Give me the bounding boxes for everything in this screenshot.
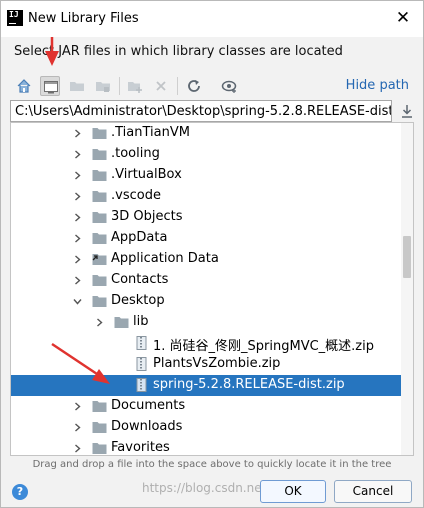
- chevron-right-icon[interactable]: [73, 255, 82, 264]
- tree-row[interactable]: .vscode: [11, 186, 401, 207]
- tree-row[interactable]: AppData: [11, 228, 401, 249]
- hide-path-link[interactable]: Hide path: [346, 78, 409, 93]
- zip-archive-icon: [136, 336, 147, 350]
- close-icon[interactable]: ✕: [391, 6, 415, 30]
- tree-row[interactable]: spring-5.2.8.RELEASE-dist.zip: [11, 375, 401, 396]
- delete-icon: [156, 81, 166, 91]
- instruction-text: Select JAR files in which library classe…: [14, 44, 343, 59]
- download-button[interactable]: [399, 103, 415, 119]
- tree-row[interactable]: 3D Objects: [11, 207, 401, 228]
- tree-row[interactable]: Downloads: [11, 417, 401, 438]
- folder-icon: [92, 422, 107, 433]
- project-folder-icon: [70, 82, 84, 91]
- module-folder-icon: [96, 82, 110, 92]
- new-folder-button[interactable]: [125, 76, 145, 96]
- tree-row-label: AppData: [111, 230, 168, 245]
- folder-icon: [92, 296, 107, 307]
- chevron-right-icon[interactable]: [73, 192, 82, 201]
- tree-row[interactable]: Application Data: [11, 249, 401, 270]
- tree-row-label: 3D Objects: [111, 209, 183, 224]
- chevron-right-icon[interactable]: [73, 213, 82, 222]
- tree-row-label: .TianTianVM: [111, 125, 190, 140]
- chevron-right-icon[interactable]: [73, 171, 82, 180]
- scrollbar-thumb[interactable]: [403, 236, 411, 278]
- folder-icon: [92, 443, 107, 454]
- tree-row-label: .tooling: [111, 146, 160, 161]
- new-folder-icon: [128, 82, 142, 93]
- desktop-button[interactable]: [40, 76, 60, 96]
- project-folder-button[interactable]: [67, 76, 87, 96]
- chevron-right-icon[interactable]: [73, 402, 82, 411]
- folder-icon: [92, 191, 107, 202]
- folder-icon: [92, 212, 107, 223]
- chevron-right-icon[interactable]: [73, 276, 82, 285]
- chevron-right-icon[interactable]: [73, 150, 82, 159]
- refresh-icon: [188, 80, 200, 92]
- intellij-app-icon: IJ: [7, 10, 23, 26]
- tree-row[interactable]: Documents: [11, 396, 401, 417]
- chevron-right-icon[interactable]: [73, 444, 82, 453]
- tree-row-label: Contacts: [111, 272, 169, 287]
- chevron-right-icon[interactable]: [95, 318, 104, 327]
- tree-row-label: Documents: [111, 398, 186, 413]
- tree-row-label: Application Data: [111, 251, 219, 266]
- tree-row-label: .vscode: [111, 188, 161, 203]
- tree-row-label: Favorites: [111, 440, 170, 455]
- home-button[interactable]: [14, 76, 34, 96]
- tree-row[interactable]: .VirtualBox: [11, 165, 401, 186]
- tree-row[interactable]: Contacts: [11, 270, 401, 291]
- tree-row[interactable]: .TianTianVM: [11, 123, 401, 144]
- drag-drop-hint: Drag and drop a file into the space abov…: [32, 459, 392, 470]
- tree-row[interactable]: .tooling: [11, 144, 401, 165]
- chevron-right-icon[interactable]: [73, 234, 82, 243]
- chevron-right-icon[interactable]: [73, 423, 82, 432]
- tree-row-label: Desktop: [111, 293, 165, 308]
- tree-row-label: PlantsVsZombie.zip: [153, 356, 281, 371]
- show-hidden-icon: [221, 80, 237, 93]
- download-icon: [402, 105, 412, 118]
- help-icon[interactable]: ?: [12, 484, 28, 500]
- toolbar-separator: [177, 77, 178, 95]
- folder-icon: [92, 149, 107, 160]
- tree-row-label: Downloads: [111, 419, 183, 434]
- ok-button[interactable]: OK: [260, 480, 326, 503]
- folder-icon: [92, 128, 107, 139]
- tree-row-label: spring-5.2.8.RELEASE-dist.zip: [153, 377, 345, 392]
- desktop-icon: [44, 81, 58, 94]
- tree-row-label: lib: [133, 314, 149, 329]
- path-input[interactable]: C:\Users\Administrator\Desktop\spring-5.…: [10, 100, 392, 122]
- zip-archive-icon: [136, 378, 147, 392]
- chevron-down-icon[interactable]: [73, 297, 82, 306]
- tree-row-label: .VirtualBox: [111, 167, 182, 182]
- folder-icon: [92, 401, 107, 412]
- module-folder-button[interactable]: [93, 76, 113, 96]
- toolbar-separator: [119, 77, 120, 95]
- tree-row[interactable]: Favorites: [11, 438, 401, 455]
- show-hidden-button[interactable]: [219, 76, 239, 96]
- folder-icon: [92, 275, 107, 286]
- new-library-files-dialog: IJ New Library Files ✕ Select JAR files …: [0, 0, 424, 508]
- delete-button[interactable]: [151, 76, 171, 96]
- vertical-scrollbar[interactable]: [401, 123, 413, 455]
- folder-icon: [92, 170, 107, 181]
- chevron-right-icon[interactable]: [73, 129, 82, 138]
- tree-row[interactable]: Desktop: [11, 291, 401, 312]
- path-row: C:\Users\Administrator\Desktop\spring-5.…: [10, 100, 415, 122]
- home-icon: [17, 79, 31, 93]
- file-tree[interactable]: .TianTianVM .tooling .VirtualBox .vscode 3D …: [10, 122, 414, 456]
- zip-archive-icon: [136, 357, 147, 371]
- tree-row[interactable]: 1. 尚硅谷_佟刚_SpringMVC_概述.zip: [11, 333, 401, 354]
- tree-row-label: 1. 尚硅谷_佟刚_SpringMVC_概述.zip: [153, 339, 374, 354]
- folder-link-icon: [92, 254, 107, 265]
- file-chooser-toolbar: Hide path: [1, 72, 423, 100]
- tree-row[interactable]: PlantsVsZombie.zip: [11, 354, 401, 375]
- folder-icon: [92, 233, 107, 244]
- folder-icon: [114, 317, 129, 328]
- dialog-title: New Library Files: [28, 11, 139, 26]
- tree-row[interactable]: lib: [11, 312, 401, 333]
- refresh-button[interactable]: [184, 76, 204, 96]
- title-bar[interactable]: IJ New Library Files ✕: [1, 1, 423, 37]
- cancel-button[interactable]: Cancel: [334, 480, 412, 503]
